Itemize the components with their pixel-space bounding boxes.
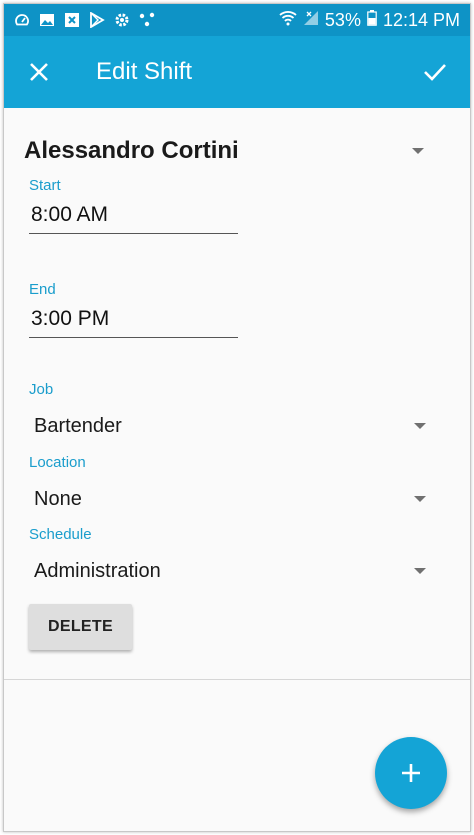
chevron-down-icon (414, 568, 426, 574)
check-icon (424, 64, 446, 81)
chevron-down-icon (414, 423, 426, 429)
delete-button[interactable]: DELETE (29, 604, 132, 650)
location-select[interactable]: None (34, 483, 426, 515)
start-time-input[interactable]: 8:00 AM (29, 198, 238, 234)
chevron-down-icon (414, 496, 426, 502)
page-title: Edit Shift (96, 58, 193, 85)
chevron-down-icon (412, 148, 424, 154)
close-icon (30, 63, 48, 81)
job-label: Job (29, 381, 54, 398)
settings-cog-icon (114, 12, 130, 28)
employee-name: Alessandro Cortini (24, 137, 239, 164)
start-label: Start (29, 177, 61, 194)
signal-icon (303, 10, 319, 31)
play-store-icon (89, 12, 105, 28)
app-toolbar: Edit Shift (4, 36, 470, 108)
end-time-input[interactable]: 3:00 PM (29, 302, 238, 338)
end-label: End (29, 281, 56, 298)
add-shift-button[interactable] (375, 737, 447, 809)
close-box-icon (64, 12, 80, 28)
schedule-select[interactable]: Administration (34, 555, 426, 587)
schedule-label: Schedule (29, 526, 92, 543)
wifi-icon (279, 10, 297, 31)
employee-select[interactable]: Alessandro Cortini (24, 134, 424, 168)
app-frame: 53% 12:14 PM Edit Shift Alessandro Corti… (3, 3, 471, 832)
clock: 12:14 PM (382, 9, 460, 30)
location-value: None (34, 487, 82, 510)
save-button[interactable] (400, 36, 470, 108)
status-bar-system: 53% 12:14 PM (279, 9, 460, 31)
share-dots-icon (139, 12, 155, 28)
battery-icon (367, 9, 377, 31)
close-button[interactable] (4, 36, 74, 108)
location-label: Location (29, 454, 86, 471)
job-select[interactable]: Bartender (34, 410, 426, 442)
job-value: Bartender (34, 414, 122, 437)
status-bar-notifications (14, 12, 155, 28)
status-bar: 53% 12:14 PM (4, 4, 470, 36)
image-icon (39, 12, 55, 28)
section-divider (4, 679, 470, 680)
schedule-value: Administration (34, 559, 161, 582)
speedometer-icon (14, 12, 30, 28)
plus-icon (402, 764, 420, 782)
battery-percent: 53% (324, 9, 361, 30)
